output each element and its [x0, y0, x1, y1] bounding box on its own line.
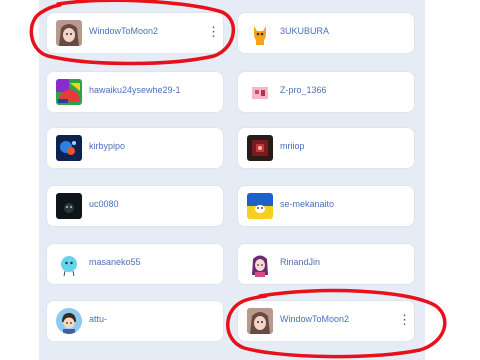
username-link[interactable]: 3UKUBURA — [280, 26, 329, 36]
user-card[interactable]: 3UKUBURA — [237, 12, 415, 54]
more-options-icon[interactable]: ⋮ — [207, 24, 220, 40]
anime-portrait-avatar[interactable] — [247, 308, 273, 334]
user-card[interactable]: attu- — [46, 300, 224, 342]
user-card[interactable]: WindowToMoon2 ⋮ — [46, 12, 224, 54]
ukraine-flag-avatar[interactable] — [247, 193, 273, 219]
blue-blob-avatar[interactable] — [56, 251, 82, 277]
colorful-abstract-avatar[interactable] — [56, 79, 82, 105]
username-link[interactable]: se-mekanaito — [280, 199, 334, 209]
user-card[interactable]: se-mekanaito — [237, 185, 415, 227]
user-card[interactable]: kirbypipo — [46, 127, 224, 169]
dark-red-avatar[interactable] — [247, 135, 273, 161]
user-card[interactable]: uc0080 — [46, 185, 224, 227]
dark-blue-sparkle-avatar[interactable] — [56, 135, 82, 161]
user-card[interactable]: RinandJin — [237, 243, 415, 285]
purple-hair-girl-avatar[interactable] — [247, 251, 273, 277]
user-card[interactable]: Z-pro_1366 — [237, 71, 415, 113]
username-link[interactable]: masaneko55 — [89, 257, 141, 267]
user-card[interactable]: mriiop — [237, 127, 415, 169]
anime-portrait-avatar[interactable] — [56, 20, 82, 46]
user-card[interactable]: masaneko55 — [46, 243, 224, 285]
username-link[interactable]: attu- — [89, 314, 107, 324]
scratch-cat-avatar[interactable] — [247, 20, 273, 46]
pink-sketch-avatar[interactable] — [247, 79, 273, 105]
username-link[interactable]: hawaiku24ysewhe29-1 — [89, 85, 181, 95]
boy-circle-avatar[interactable] — [56, 308, 82, 334]
username-link[interactable]: Z-pro_1366 — [280, 85, 327, 95]
username-link[interactable]: WindowToMoon2 — [89, 26, 158, 36]
follow-list-panel: WindowToMoon2 ⋮ 3UKUBURA hawaiku24ysewhe… — [39, 0, 425, 360]
more-options-icon[interactable]: ⋮ — [398, 312, 411, 328]
user-card[interactable]: WindowToMoon2 ⋮ — [237, 300, 415, 342]
username-link[interactable]: kirbypipo — [89, 141, 125, 151]
username-link[interactable]: RinandJin — [280, 257, 320, 267]
username-link[interactable]: mriiop — [280, 141, 305, 151]
user-card[interactable]: hawaiku24ysewhe29-1 — [46, 71, 224, 113]
username-link[interactable]: uc0080 — [89, 199, 119, 209]
username-link[interactable]: WindowToMoon2 — [280, 314, 349, 324]
dark-avatar[interactable] — [56, 193, 82, 219]
